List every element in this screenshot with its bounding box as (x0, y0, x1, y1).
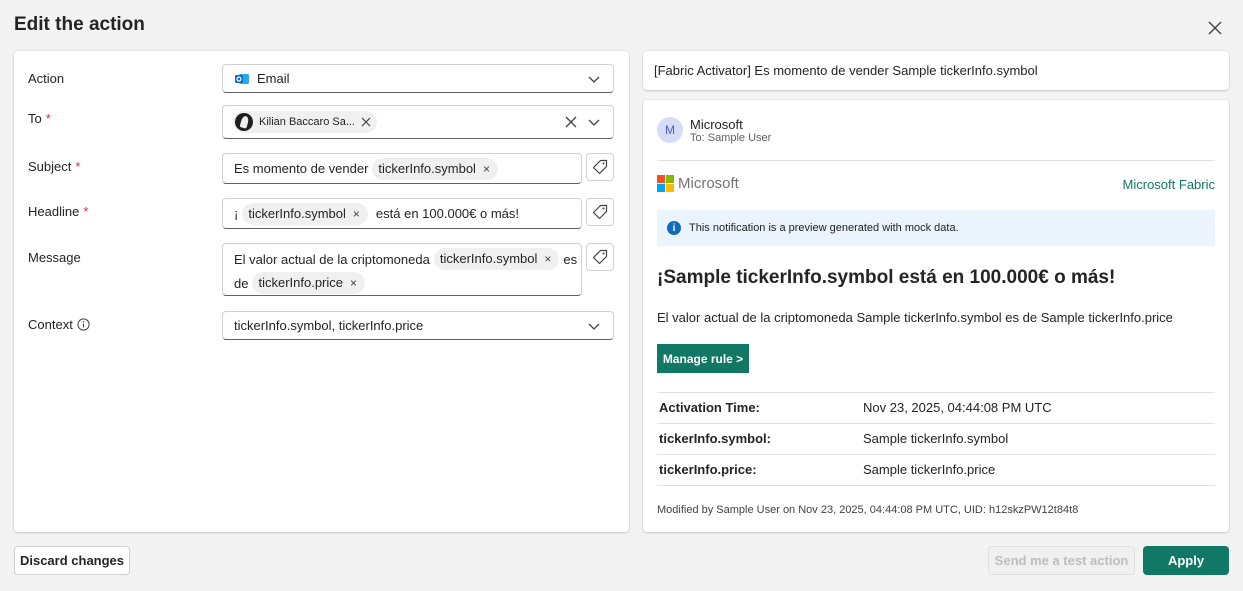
message-input[interactable]: El valor actual de la criptomoneda ticke… (222, 243, 582, 296)
action-form-panel: Action Email To * Kilian Baccaro Sa... S… (14, 51, 629, 532)
recipient-chip[interactable]: Kilian Baccaro Sa... (233, 111, 377, 133)
email-subject: [Fabric Activator] Es momento de vender … (654, 63, 1038, 78)
to-label: To * (28, 111, 51, 126)
remove-token-icon[interactable]: × (483, 160, 490, 178)
microsoft-logo: Microsoft (657, 175, 739, 192)
action-value: Email (257, 71, 290, 86)
chevron-down-icon[interactable] (587, 117, 601, 127)
message-text: es (563, 251, 578, 267)
modified-footer: Modified by Sample User on Nov 23, 2025,… (657, 504, 1079, 516)
sender-name: Microsoft (690, 117, 743, 132)
insert-tag-button[interactable] (586, 153, 614, 181)
context-label: Context (28, 317, 90, 332)
dialog-title: Edit the action (14, 14, 145, 35)
context-value: tickerInfo.symbol, tickerInfo.price (234, 318, 424, 333)
remove-token-icon[interactable]: × (544, 250, 551, 268)
avatar (235, 113, 253, 131)
subject-label: Subject * (28, 159, 80, 174)
headline-label-text: Headline (28, 204, 80, 219)
subject-text: Es momento de vender (234, 161, 369, 176)
tag-icon (592, 204, 608, 220)
message-text: de (234, 275, 249, 291)
subject-input[interactable]: Es momento de vender tickerInfo.symbol × (222, 153, 582, 184)
token-label: tickerInfo.symbol (439, 251, 538, 266)
required-mark: * (45, 111, 51, 126)
remove-token-icon[interactable]: × (353, 205, 360, 223)
email-message: El valor actual de la criptomoneda Sampl… (657, 310, 1173, 325)
message-token-price: tickerInfo.price × (252, 272, 366, 294)
tag-icon (592, 159, 608, 175)
subject-label-text: Subject (28, 159, 72, 174)
detail-row: Activation Time: Nov 23, 2025, 04:44:08 … (657, 392, 1215, 423)
divider (657, 160, 1215, 161)
sender-recipient: To: Sample User (690, 132, 772, 144)
detail-key: tickerInfo.symbol: (659, 431, 771, 446)
preview-notice: i This notification is a preview generat… (657, 210, 1215, 246)
email-subject-preview: [Fabric Activator] Es momento de vender … (643, 51, 1229, 90)
message-label-text: Message (28, 250, 81, 265)
insert-tag-button[interactable] (586, 243, 614, 271)
manage-rule-button[interactable]: Manage rule > (657, 344, 749, 373)
token-label: tickerInfo.symbol (378, 160, 476, 176)
tag-icon (592, 249, 608, 265)
email-headline: ¡Sample tickerInfo.symbol está en 100.00… (657, 267, 1116, 288)
action-label: Action (28, 71, 64, 86)
headline-label: Headline * (28, 204, 88, 219)
token-label: tickerInfo.symbol (248, 205, 346, 221)
discard-changes-button[interactable]: Discard changes (14, 546, 130, 575)
detail-value: Nov 23, 2025, 04:44:08 PM UTC (863, 400, 1052, 415)
insert-tag-button[interactable] (586, 198, 614, 226)
divider (657, 485, 1215, 486)
detail-key: Activation Time: (659, 400, 760, 415)
headline-suffix: está en 100.000€ o más! (375, 206, 520, 221)
chevron-down-icon (588, 76, 600, 83)
subject-token: tickerInfo.symbol × (372, 157, 498, 180)
detail-value: Sample tickerInfo.price (863, 462, 996, 477)
detail-value: Sample tickerInfo.symbol (863, 431, 1009, 446)
detail-row: tickerInfo.price: Sample tickerInfo.pric… (657, 454, 1215, 485)
token-label: tickerInfo.price (258, 275, 344, 290)
notice-text: This notification is a preview generated… (689, 222, 959, 234)
send-test-action-button[interactable]: Send me a test action (988, 546, 1135, 575)
context-label-text: Context (28, 317, 73, 332)
info-icon: i (667, 221, 681, 235)
headline-input[interactable]: ¡ tickerInfo.symbol × está en 100.000€ o… (222, 198, 582, 229)
info-icon[interactable] (77, 318, 90, 331)
action-label-text: Action (28, 71, 65, 86)
required-mark: * (83, 204, 89, 219)
to-label-text: To (28, 111, 42, 126)
email-preview-panel: M Microsoft To: Sample User Microsoft Mi… (643, 100, 1229, 532)
detail-key: tickerInfo.price: (659, 462, 757, 477)
message-text: El valor actual de la criptomoneda (234, 251, 430, 267)
remove-token-icon[interactable]: × (350, 274, 357, 292)
message-token-symbol: tickerInfo.symbol × (433, 248, 560, 270)
outlook-icon (235, 73, 249, 84)
remove-recipient-icon[interactable] (361, 117, 371, 127)
context-dropdown[interactable]: tickerInfo.symbol, tickerInfo.price (222, 311, 614, 340)
headline-token: tickerInfo.symbol × (242, 202, 368, 225)
action-dropdown[interactable]: Email (222, 64, 614, 93)
detail-row: tickerInfo.symbol: Sample tickerInfo.sym… (657, 423, 1215, 454)
chevron-down-icon (588, 323, 600, 330)
clear-icon[interactable] (565, 116, 577, 128)
fabric-brand: Microsoft Fabric (1122, 177, 1215, 192)
headline-prefix: ¡ (234, 206, 239, 221)
close-icon (1208, 21, 1222, 35)
microsoft-logo-icon (657, 175, 674, 192)
message-label: Message (28, 250, 81, 265)
microsoft-logo-text: Microsoft (678, 175, 739, 192)
avatar: M (657, 117, 683, 143)
apply-button[interactable]: Apply (1143, 546, 1229, 575)
close-button[interactable] (1204, 17, 1226, 39)
to-field[interactable]: Kilian Baccaro Sa... (222, 105, 614, 139)
recipient-name: Kilian Baccaro Sa... (259, 116, 355, 128)
required-mark: * (75, 159, 81, 174)
